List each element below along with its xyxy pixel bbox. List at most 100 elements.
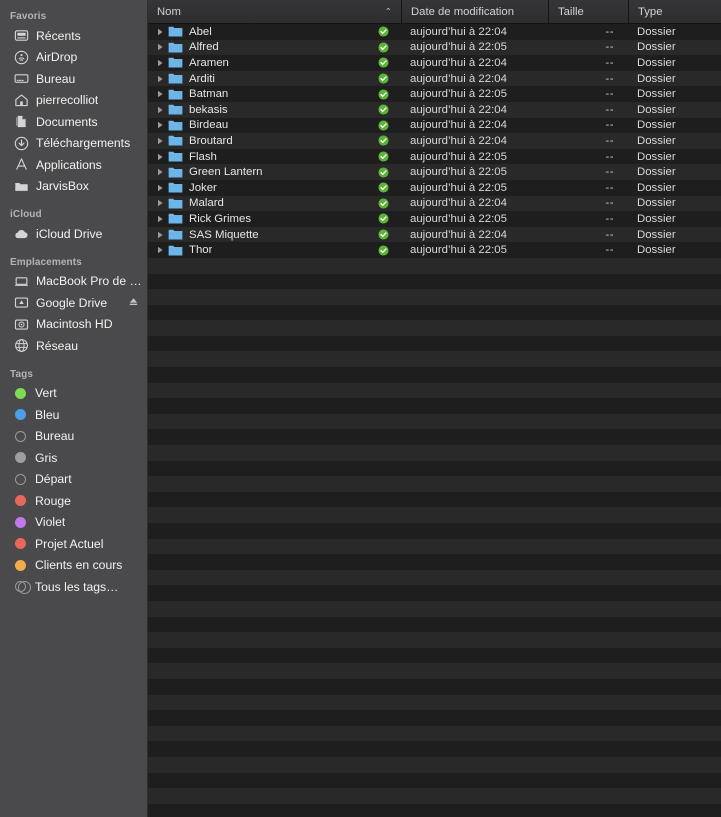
column-header-name[interactable]: Nom ⌃ bbox=[148, 0, 401, 24]
sidebar-item-tous-les-tags[interactable]: Tous les tags… bbox=[0, 576, 147, 598]
sidebar-item-bureau[interactable]: Bureau bbox=[0, 68, 147, 90]
cell-name[interactable]: Rick Grimes bbox=[148, 211, 401, 227]
cell-name[interactable]: SAS Miquette bbox=[148, 227, 401, 243]
sidebar-item-bleu[interactable]: Bleu bbox=[0, 404, 147, 426]
cell-name[interactable]: Aramen bbox=[148, 55, 401, 71]
column-header-type[interactable]: Type bbox=[628, 0, 721, 24]
table-row[interactable]: Birdeau aujourd’hui à 22:04 -- Dossier bbox=[148, 117, 721, 134]
cell-name[interactable]: Arditi bbox=[148, 71, 401, 87]
cell-name[interactable]: Joker bbox=[148, 180, 401, 196]
empty-row[interactable] bbox=[148, 678, 721, 695]
sidebar-item-d-part[interactable]: Départ bbox=[0, 469, 147, 491]
sidebar-item-airdrop[interactable]: AirDrop bbox=[0, 47, 147, 69]
sidebar-item-applications[interactable]: Applications bbox=[0, 154, 147, 176]
empty-row[interactable] bbox=[148, 538, 721, 555]
empty-row[interactable] bbox=[148, 445, 721, 461]
sidebar-item-gris[interactable]: Gris bbox=[0, 447, 147, 469]
empty-row[interactable] bbox=[148, 647, 721, 664]
cell-name[interactable]: Flash bbox=[148, 149, 401, 165]
table-row[interactable]: bekasis aujourd’hui à 22:04 -- Dossier bbox=[148, 101, 721, 118]
sidebar-item-jarvisbox[interactable]: JarvisBox bbox=[0, 176, 147, 198]
empty-row[interactable] bbox=[148, 304, 721, 321]
table-row[interactable]: Alfred aujourd’hui à 22:05 -- Dossier bbox=[148, 39, 721, 56]
sidebar-item-pierrecolliot[interactable]: pierrecolliot bbox=[0, 90, 147, 112]
disclosure-triangle-icon[interactable] bbox=[154, 28, 166, 36]
sidebar-item-google-drive[interactable]: Google Drive bbox=[0, 292, 147, 314]
disclosure-triangle-icon[interactable] bbox=[154, 153, 166, 161]
table-row[interactable]: Abel aujourd’hui à 22:04 -- Dossier bbox=[148, 24, 721, 40]
disclosure-triangle-icon[interactable] bbox=[154, 59, 166, 67]
sidebar-item-clients-en-cours[interactable]: Clients en cours bbox=[0, 555, 147, 577]
cell-name[interactable]: bekasis bbox=[148, 102, 401, 118]
empty-row[interactable] bbox=[148, 585, 721, 601]
empty-row[interactable] bbox=[148, 756, 721, 773]
disclosure-triangle-icon[interactable] bbox=[154, 90, 166, 98]
cell-name[interactable]: Alfred bbox=[148, 40, 401, 56]
cell-name[interactable]: Thor bbox=[148, 242, 401, 258]
cell-name[interactable]: Batman bbox=[148, 86, 401, 102]
empty-row[interactable] bbox=[148, 429, 721, 446]
table-row[interactable]: Flash aujourd’hui à 22:05 -- Dossier bbox=[148, 148, 721, 165]
empty-row[interactable] bbox=[148, 273, 721, 290]
empty-row[interactable] bbox=[148, 600, 721, 617]
empty-row[interactable] bbox=[148, 320, 721, 336]
sidebar-item-t-l-chargements[interactable]: Téléchargements bbox=[0, 133, 147, 155]
empty-row[interactable] bbox=[148, 367, 721, 383]
empty-row[interactable] bbox=[148, 788, 721, 804]
empty-row[interactable] bbox=[148, 382, 721, 399]
empty-row[interactable] bbox=[148, 554, 721, 570]
empty-row[interactable] bbox=[148, 663, 721, 679]
empty-row[interactable] bbox=[148, 772, 721, 789]
empty-row[interactable] bbox=[148, 335, 721, 352]
sidebar-item-icloud-drive[interactable]: iCloud Drive bbox=[0, 223, 147, 245]
empty-row[interactable] bbox=[148, 616, 721, 633]
table-row[interactable]: Aramen aujourd’hui à 22:04 -- Dossier bbox=[148, 55, 721, 71]
cell-name[interactable]: Birdeau bbox=[148, 118, 401, 134]
sidebar-item-rouge[interactable]: Rouge bbox=[0, 490, 147, 512]
sidebar-item-macbook-pro-de-pi[interactable]: MacBook Pro de Pi… bbox=[0, 271, 147, 293]
table-row[interactable]: SAS Miquette aujourd’hui à 22:04 -- Dossier bbox=[148, 226, 721, 243]
empty-row[interactable] bbox=[148, 507, 721, 523]
table-row[interactable]: Joker aujourd’hui à 22:05 -- Dossier bbox=[148, 179, 721, 196]
table-row[interactable]: Green Lantern aujourd’hui à 22:05 -- Dossie… bbox=[148, 164, 721, 180]
table-row[interactable]: Broutard aujourd’hui à 22:04 -- Dossier bbox=[148, 133, 721, 149]
sidebar-item-projet-actuel[interactable]: Projet Actuel bbox=[0, 533, 147, 555]
empty-row[interactable] bbox=[148, 413, 721, 430]
empty-row[interactable] bbox=[148, 257, 721, 274]
sidebar-item-r-cents[interactable]: Récents bbox=[0, 25, 147, 47]
disclosure-triangle-icon[interactable] bbox=[154, 75, 166, 83]
sidebar-item-r-seau[interactable]: Réseau bbox=[0, 335, 147, 357]
disclosure-triangle-icon[interactable] bbox=[154, 121, 166, 129]
column-header-date[interactable]: Date de modification bbox=[401, 0, 548, 24]
empty-row[interactable] bbox=[148, 694, 721, 711]
sidebar-item-violet[interactable]: Violet bbox=[0, 512, 147, 534]
disclosure-triangle-icon[interactable] bbox=[154, 168, 166, 176]
table-row[interactable]: Malard aujourd’hui à 22:04 -- Dossier bbox=[148, 195, 721, 212]
empty-row[interactable] bbox=[148, 351, 721, 368]
empty-row[interactable] bbox=[148, 398, 721, 414]
empty-row[interactable] bbox=[148, 725, 721, 742]
table-row[interactable]: Batman aujourd’hui à 22:05 -- Dossier bbox=[148, 86, 721, 102]
cell-name[interactable]: Malard bbox=[148, 196, 401, 212]
eject-icon[interactable] bbox=[128, 296, 139, 310]
sidebar-item-documents[interactable]: Documents bbox=[0, 111, 147, 133]
table-row[interactable]: Rick Grimes aujourd’hui à 22:05 -- Dossier bbox=[148, 211, 721, 227]
sidebar-item-vert[interactable]: Vert bbox=[0, 383, 147, 405]
disclosure-triangle-icon[interactable] bbox=[154, 43, 166, 51]
table-row[interactable]: Thor aujourd’hui à 22:05 -- Dossier bbox=[148, 242, 721, 258]
empty-row[interactable] bbox=[148, 523, 721, 539]
empty-row[interactable] bbox=[148, 476, 721, 492]
cell-name[interactable]: Green Lantern bbox=[148, 164, 401, 180]
disclosure-triangle-icon[interactable] bbox=[154, 215, 166, 223]
empty-row[interactable] bbox=[148, 710, 721, 726]
disclosure-triangle-icon[interactable] bbox=[154, 199, 166, 207]
cell-name[interactable]: Broutard bbox=[148, 133, 401, 149]
sidebar-item-macintosh-hd[interactable]: Macintosh HD bbox=[0, 314, 147, 336]
empty-row[interactable] bbox=[148, 569, 721, 586]
column-header-size[interactable]: Taille bbox=[548, 0, 628, 24]
disclosure-triangle-icon[interactable] bbox=[154, 231, 166, 239]
disclosure-triangle-icon[interactable] bbox=[154, 246, 166, 254]
empty-row[interactable] bbox=[148, 460, 721, 477]
disclosure-triangle-icon[interactable] bbox=[154, 184, 166, 192]
sidebar-item-bureau[interactable]: Bureau bbox=[0, 426, 147, 448]
